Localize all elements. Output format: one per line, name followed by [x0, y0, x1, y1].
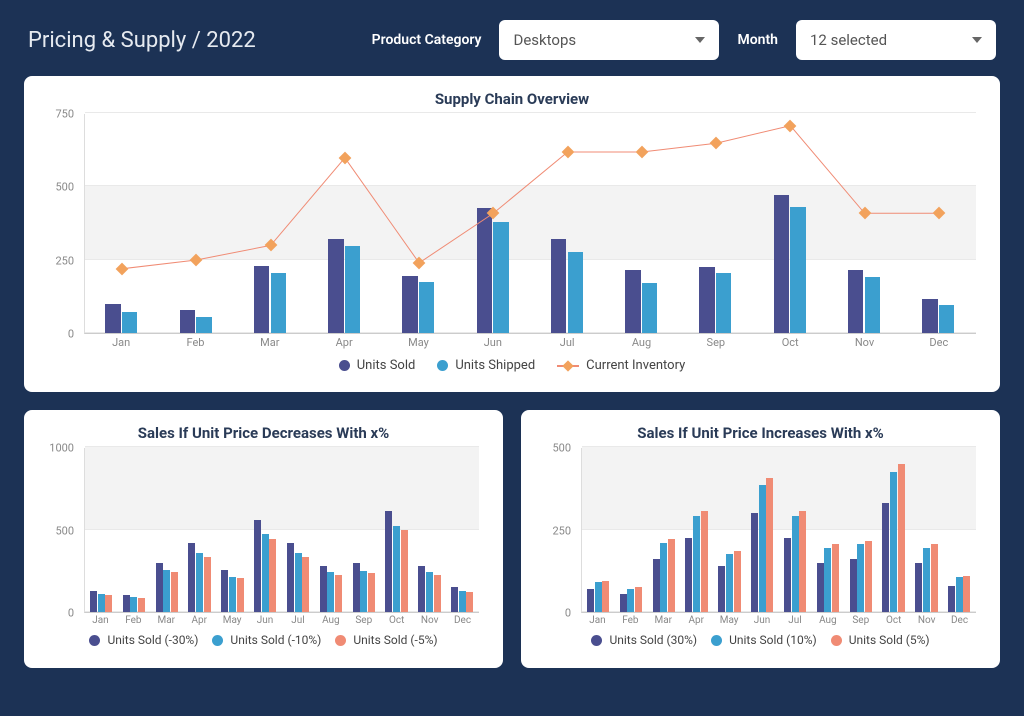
price-decrease-chart[interactable]: 05001000JanFebMarAprMayJunJulAugSepOctNo… — [40, 448, 487, 613]
page-title: Pricing & Supply / 2022 — [28, 28, 256, 53]
legend-item[interactable]: Units Sold — [339, 358, 416, 373]
category-label: Product Category — [372, 32, 482, 48]
chart-title: Supply Chain Overview — [40, 90, 984, 108]
legend-swatch — [212, 635, 223, 646]
chevron-down-icon — [695, 37, 705, 43]
legend-swatch — [831, 635, 842, 646]
month-value: 12 selected — [810, 31, 887, 49]
legend-item[interactable]: Units Sold (-30%) — [89, 633, 198, 647]
chart-title: Sales If Unit Price Decreases With x% — [40, 424, 487, 442]
legend-item[interactable]: Units Sold (-10%) — [212, 633, 321, 647]
top-bar: Pricing & Supply / 2022 Product Category… — [0, 0, 1024, 76]
legend-swatch — [591, 635, 602, 646]
legend-swatch — [711, 635, 722, 646]
month-label: Month — [737, 32, 778, 48]
price-increase-card: Sales If Unit Price Increases With x% 02… — [521, 410, 1000, 668]
chevron-down-icon — [972, 37, 982, 43]
legend-item[interactable]: Units Shipped — [437, 358, 535, 373]
legend-item[interactable]: Units Sold (30%) — [591, 633, 697, 647]
legend-swatch — [335, 635, 346, 646]
legend-swatch — [89, 635, 100, 646]
legend-item[interactable]: Units Sold (5%) — [831, 633, 930, 647]
price-decrease-card: Sales If Unit Price Decreases With x% 05… — [24, 410, 503, 668]
category-value: Desktops — [513, 31, 576, 49]
price-increase-chart[interactable]: 0250500JanFebMarAprMayJunJulAugSepOctNov… — [537, 448, 984, 613]
legend-swatch — [339, 360, 350, 371]
legend-line-icon — [557, 365, 579, 367]
legend-item[interactable]: Units Sold (-5%) — [335, 633, 437, 647]
legend-item[interactable]: Units Sold (10%) — [711, 633, 817, 647]
price-increase-legend: Units Sold (30%) Units Sold (10%) Units … — [537, 633, 984, 647]
category-dropdown[interactable]: Desktops — [499, 20, 719, 60]
supply-chain-legend: Units Sold Units Shipped Current Invento… — [40, 358, 984, 373]
chart-title: Sales If Unit Price Increases With x% — [537, 424, 984, 442]
supply-chain-chart[interactable]: 0250500750JanFebMarAprMayJunJulAugSepOct… — [40, 114, 984, 334]
month-dropdown[interactable]: 12 selected — [796, 20, 996, 60]
price-decrease-legend: Units Sold (-30%) Units Sold (-10%) Unit… — [40, 633, 487, 647]
supply-chain-card: Supply Chain Overview 0250500750JanFebMa… — [24, 76, 1000, 392]
legend-swatch — [437, 360, 448, 371]
legend-item[interactable]: Current Inventory — [557, 358, 685, 373]
